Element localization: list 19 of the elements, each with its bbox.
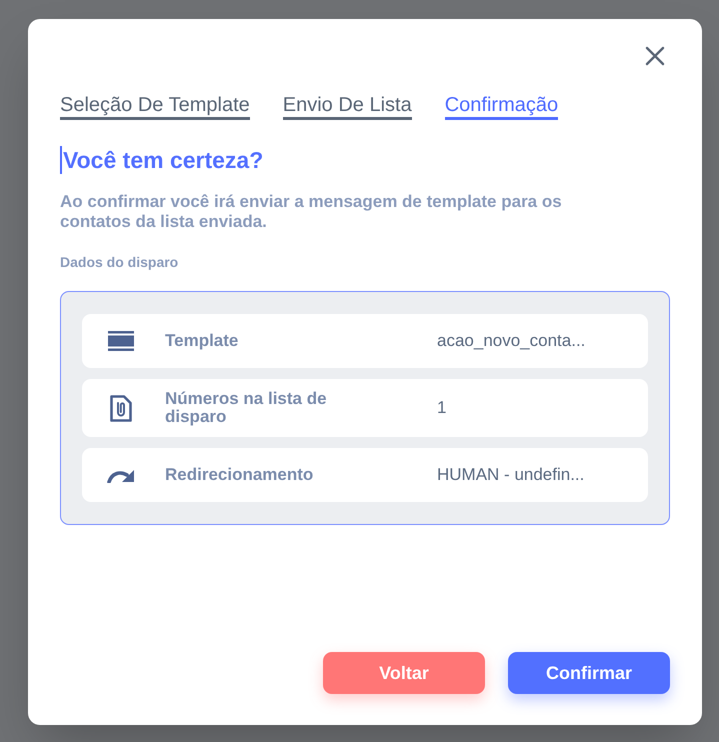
close-icon xyxy=(645,46,665,66)
detail-value: 1 xyxy=(437,398,446,418)
tab[interactable]: Confirmação xyxy=(444,93,558,120)
redirect-arrow-icon xyxy=(107,468,135,482)
close-button[interactable] xyxy=(645,46,665,66)
description-text: Ao confirmar você irá enviar a mensagem de template para os contatos da lista enviada. xyxy=(60,192,563,232)
detail-label: Template xyxy=(165,332,240,350)
tab[interactable]: Envio De Lista xyxy=(282,93,412,120)
section-label: Dados do disparo xyxy=(60,253,180,272)
detail-label: Números na lista de disparo xyxy=(165,390,328,426)
back-button[interactable]: Voltar xyxy=(323,652,485,694)
attachment-file-icon xyxy=(110,394,132,422)
detail-value: acao_novo_conta... xyxy=(437,331,586,351)
detail-value: HUMAN - undefin... xyxy=(437,465,584,485)
confirm-button[interactable]: Confirmar xyxy=(508,652,670,694)
detail-label: Redirecionamento xyxy=(165,466,314,484)
dialog-heading: Você tem certeza? xyxy=(63,146,264,174)
tab[interactable]: Seleção De Template xyxy=(60,93,250,120)
layout-bars-icon xyxy=(108,331,134,351)
